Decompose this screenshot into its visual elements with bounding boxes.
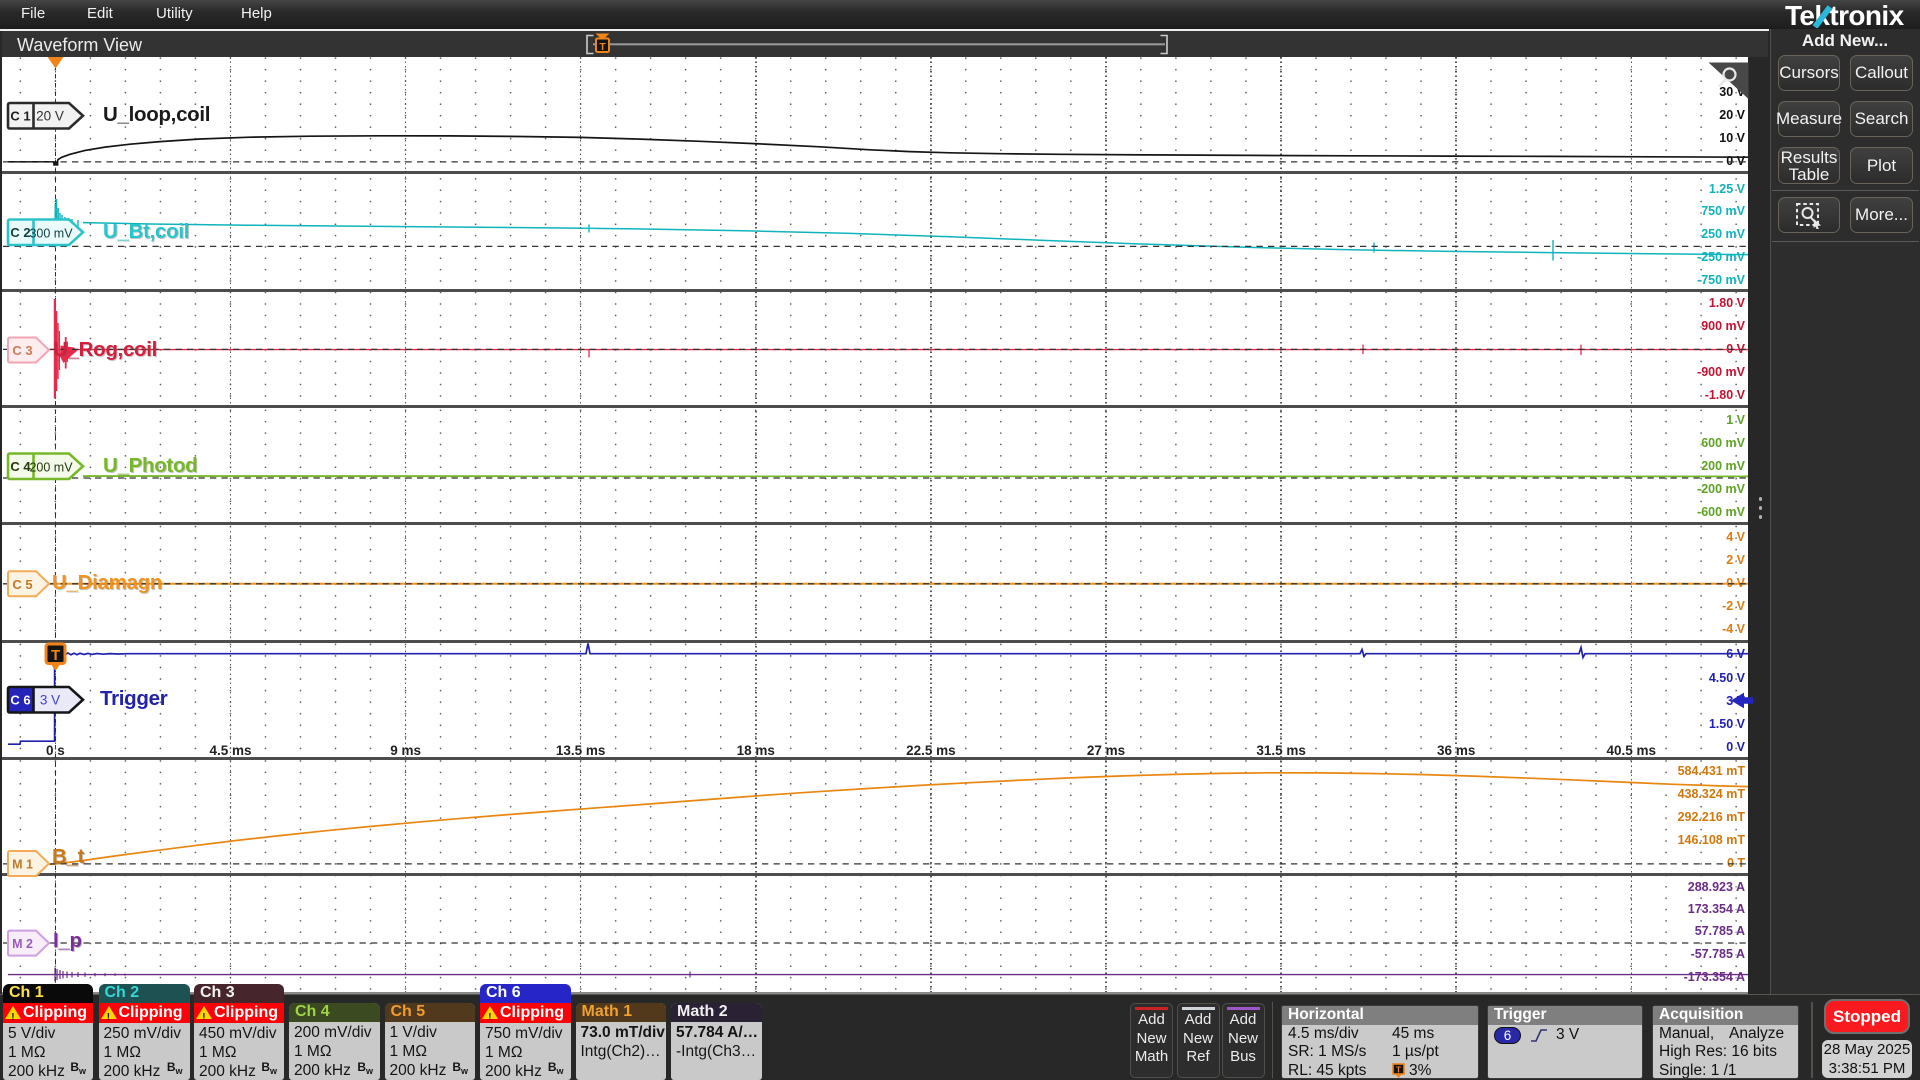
svg-text:C 3: C 3 (12, 343, 32, 358)
svg-text:T: T (51, 647, 60, 664)
svg-text:M 1: M 1 (12, 858, 33, 872)
svg-text:T: T (599, 41, 606, 53)
svg-text:3 V: 3 V (40, 693, 60, 708)
svg-text:T: T (1396, 1064, 1402, 1074)
svg-text:C 1: C 1 (10, 108, 30, 123)
svg-text:200 mV: 200 mV (29, 460, 73, 474)
svg-text:20 V: 20 V (36, 109, 64, 124)
svg-text:C 2: C 2 (10, 225, 30, 240)
svg-text:300 mV: 300 mV (29, 226, 73, 240)
svg-text:C 6: C 6 (10, 692, 30, 707)
svg-text:C 4: C 4 (10, 459, 31, 474)
svg-text:C 5: C 5 (12, 577, 32, 592)
svg-text:M 2: M 2 (12, 937, 33, 951)
